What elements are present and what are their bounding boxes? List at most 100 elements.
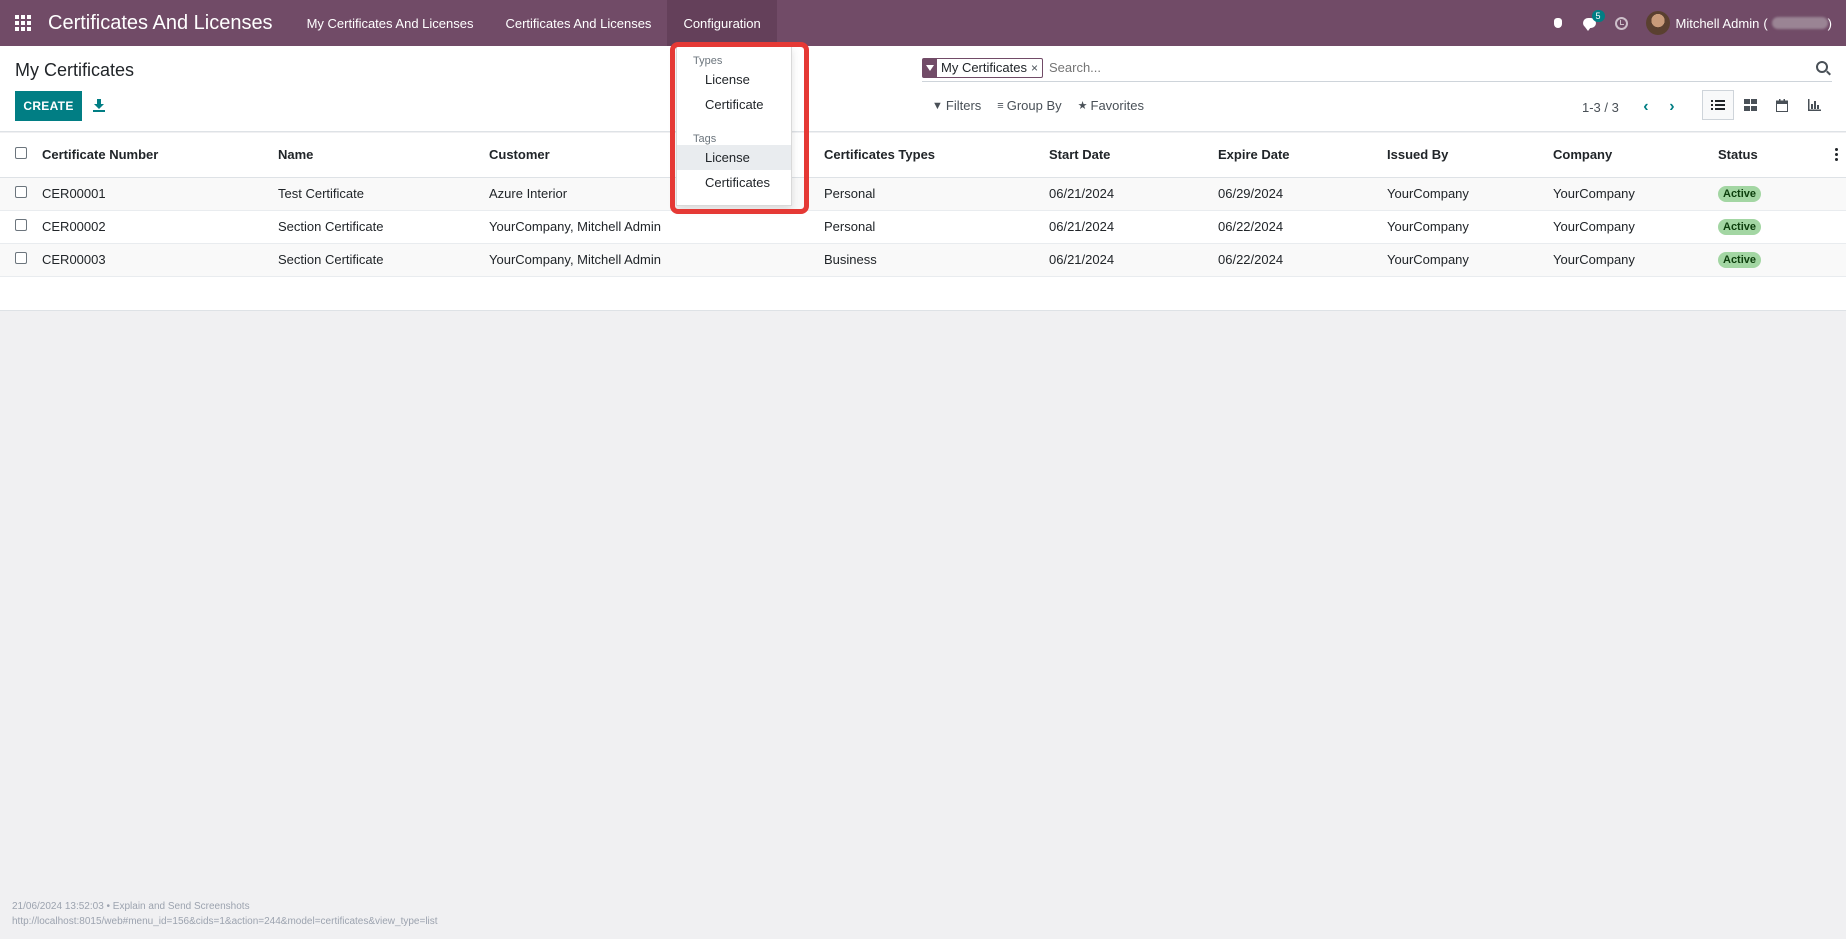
list-view-icon[interactable]	[1702, 90, 1734, 120]
cell-issued-by: YourCompany	[1387, 252, 1469, 267]
watermark-line-1: 21/06/2024 13:52:03 • Explain and Send S…	[12, 901, 250, 912]
clock-icon[interactable]	[1606, 0, 1638, 46]
cell-name: Section Certificate	[278, 252, 384, 267]
annotation-highlight-box	[670, 42, 809, 214]
table-row[interactable]: CER00002 Section Certificate YourCompany…	[0, 210, 1846, 243]
cell-start-date: 06/21/2024	[1049, 186, 1115, 201]
cell-empty	[1826, 210, 1846, 243]
view-switcher	[1702, 90, 1830, 120]
app-title[interactable]: Certificates And Licenses	[48, 12, 273, 35]
status-badge: Active	[1718, 219, 1762, 235]
create-button[interactable]: CREATE	[15, 91, 82, 121]
download-icon[interactable]	[92, 98, 106, 112]
cell-company: YourCompany	[1553, 186, 1635, 201]
column-issued-by[interactable]: Issued By	[1387, 133, 1553, 178]
avatar	[1645, 11, 1670, 35]
groupby-label: Group By	[1006, 98, 1062, 113]
column-certificates-types[interactable]: Certificates Types	[824, 133, 1049, 178]
cell-expire-date: 06/22/2024	[1218, 252, 1284, 267]
groupby-icon: ≡	[997, 99, 1004, 112]
control-panel: My Certificates CREATE My Certificates ×…	[0, 46, 1846, 132]
screenshot-watermark: 21/06/2024 13:52:03 • Explain and Send S…	[12, 899, 438, 929]
bug-icon[interactable]	[1542, 0, 1574, 46]
pager: 1-3 / 3 ‹ ›	[1582, 98, 1685, 116]
cell-certificates-type: Personal	[824, 186, 876, 201]
calendar-view-icon[interactable]	[1766, 90, 1798, 120]
cell-certificate-number: CER00003	[42, 252, 106, 267]
star-icon: ★	[1077, 100, 1088, 112]
pager-next-icon[interactable]: ›	[1659, 98, 1685, 116]
cell-name: Test Certificate	[278, 186, 364, 201]
status-badge: Active	[1718, 252, 1762, 268]
column-name[interactable]: Name	[278, 133, 489, 178]
cell-status: Active	[1718, 177, 1826, 210]
favorites-toggle[interactable]: ★ Favorites	[1078, 98, 1144, 113]
cell-expire-date: 06/22/2024	[1218, 219, 1284, 234]
user-menu[interactable]: Mitchell Admin ()	[1638, 0, 1846, 46]
search-input[interactable]	[1048, 60, 1832, 75]
row-checkbox[interactable]	[15, 252, 27, 264]
navbar-systray: 5 Mitchell Admin ()	[1542, 0, 1846, 46]
cell-customer: YourCompany, Mitchell Admin	[489, 219, 661, 234]
column-certificate-number[interactable]: Certificate Number	[42, 133, 278, 178]
watermark-line-2: http://localhost:8015/web#menu_id=156&ci…	[12, 916, 438, 927]
list-view: Certificate Number Name Customer Certifi…	[0, 133, 1846, 311]
row-checkbox[interactable]	[15, 219, 27, 231]
cell-certificate-number: CER00002	[42, 219, 106, 234]
column-expire-date[interactable]: Expire Date	[1218, 133, 1387, 178]
cell-company: YourCompany	[1553, 219, 1635, 234]
pager-value[interactable]: 1-3 / 3	[1582, 100, 1619, 115]
db-paren-open: (	[1763, 15, 1768, 31]
certificates-table: Certificate Number Name Customer Certifi…	[0, 133, 1846, 277]
cell-empty	[1826, 177, 1846, 210]
row-select-cell	[0, 243, 42, 276]
cell-certificate-number: CER00001	[42, 186, 106, 201]
filter-icon	[923, 58, 937, 77]
filters-toggle[interactable]: ▼ Filters	[932, 98, 981, 113]
groupby-toggle[interactable]: ≡ Group By	[997, 98, 1061, 113]
kanban-view-icon[interactable]	[1734, 90, 1766, 120]
facet-remove-icon[interactable]: ×	[1031, 61, 1042, 75]
cell-name: Section Certificate	[278, 219, 384, 234]
cell-start-date: 06/21/2024	[1049, 219, 1115, 234]
cell-certificates-type: Personal	[824, 219, 876, 234]
optional-columns-toggle[interactable]	[1826, 133, 1846, 178]
apps-grid-icon[interactable]	[0, 0, 46, 46]
table-header-row: Certificate Number Name Customer Certifi…	[0, 133, 1846, 178]
search-facet: My Certificates ×	[922, 57, 1043, 78]
cell-start-date: 06/21/2024	[1049, 252, 1115, 267]
select-all-checkbox[interactable]	[15, 147, 27, 160]
favorites-label: Favorites	[1090, 98, 1144, 113]
column-start-date[interactable]: Start Date	[1049, 133, 1218, 178]
search-options: ▼ Filters ≡ Group By ★ Favorites	[932, 98, 1160, 113]
row-select-cell	[0, 210, 42, 243]
messages-count-badge: 5	[1591, 10, 1605, 22]
menu-configuration[interactable]: Configuration	[667, 0, 777, 46]
row-checkbox[interactable]	[15, 186, 27, 198]
search-facet-label: My Certificates	[941, 60, 1027, 75]
table-row[interactable]: CER00001 Test Certificate Azure Interior…	[0, 177, 1846, 210]
kebab-icon	[1826, 148, 1846, 162]
top-navbar: Certificates And Licenses My Certificate…	[0, 0, 1846, 46]
search-bar: My Certificates ×	[922, 54, 1832, 82]
column-status[interactable]: Status	[1718, 133, 1826, 178]
cell-status: Active	[1718, 210, 1826, 243]
select-all-cell	[0, 133, 42, 178]
menu-my-certificates[interactable]: My Certificates And Licenses	[291, 0, 490, 46]
chat-icon[interactable]: 5	[1574, 0, 1606, 46]
user-name: Mitchell Admin	[1675, 15, 1760, 31]
column-company[interactable]: Company	[1553, 133, 1718, 178]
filters-label: Filters	[945, 98, 982, 113]
db-paren-close: )	[1827, 15, 1832, 31]
status-badge: Active	[1718, 186, 1762, 202]
cell-certificates-type: Business	[824, 252, 877, 267]
pager-previous-icon[interactable]: ‹	[1633, 98, 1659, 116]
cell-issued-by: YourCompany	[1387, 219, 1469, 234]
page-title: My Certificates	[15, 60, 135, 80]
cell-issued-by: YourCompany	[1387, 186, 1469, 201]
table-row[interactable]: CER00003 Section Certificate YourCompany…	[0, 243, 1846, 276]
graph-view-icon[interactable]	[1798, 90, 1830, 120]
row-select-cell	[0, 177, 42, 210]
menu-certificates[interactable]: Certificates And Licenses	[489, 0, 667, 46]
search-icon[interactable]	[1816, 61, 1828, 73]
